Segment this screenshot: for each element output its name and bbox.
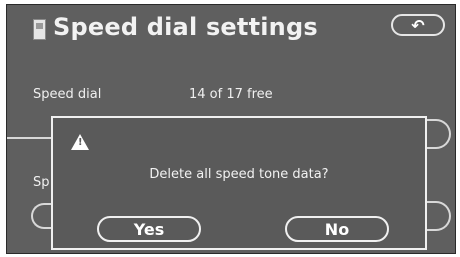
background-divider	[7, 137, 51, 139]
no-button[interactable]: No	[285, 216, 389, 242]
return-arrow-icon: ↶	[411, 15, 425, 35]
warning-triangle-icon: !	[71, 134, 89, 150]
speed-dial-free-count: 14 of 17 free	[189, 87, 273, 102]
confirm-dialog: ! Delete all speed tone data? Yes No	[51, 116, 427, 250]
yes-button[interactable]: Yes	[97, 216, 201, 242]
speed-dial-label: Speed dial	[33, 87, 102, 102]
background-button-edge	[31, 203, 53, 229]
screen: Speed dial settings ↶ Speed dial 14 of 1…	[6, 4, 456, 254]
back-button[interactable]: ↶	[391, 14, 445, 36]
settings-page-icon	[33, 19, 46, 40]
dialog-message: Delete all speed tone data?	[149, 167, 329, 182]
page-title: Speed dial settings	[53, 13, 318, 41]
background-row-label: Sp	[33, 175, 50, 190]
background-button-edge	[423, 119, 451, 149]
background-button-edge	[423, 201, 451, 231]
